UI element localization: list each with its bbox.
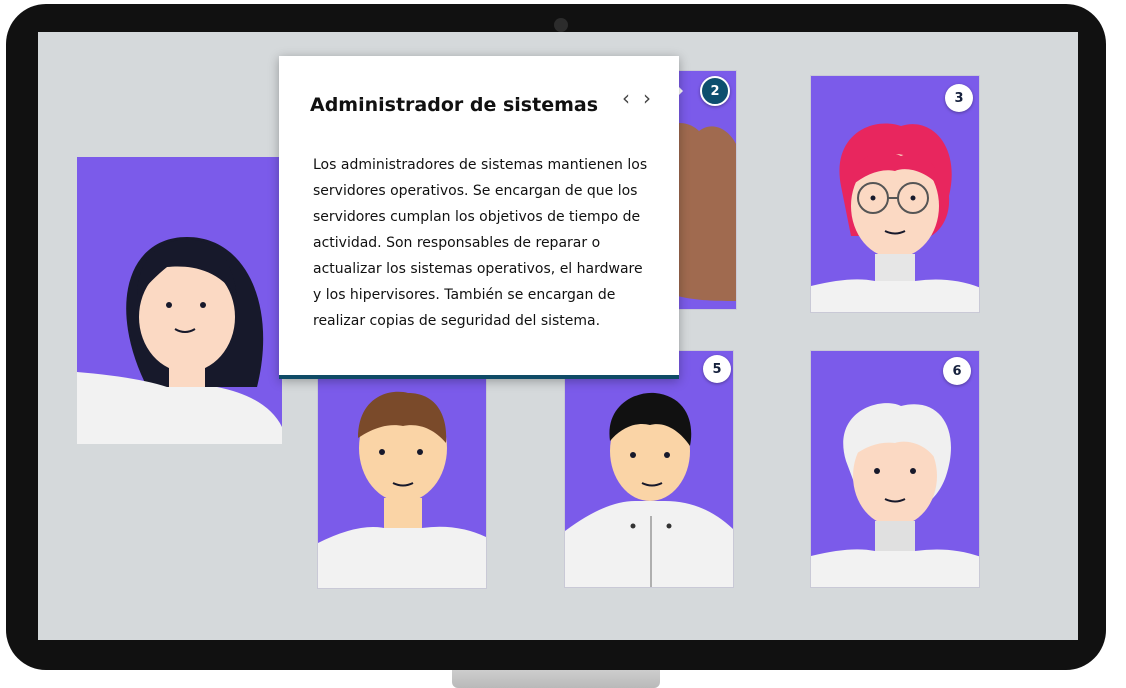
chevron-left-icon[interactable]: ‹ <box>618 86 634 110</box>
camera-icon <box>554 18 568 32</box>
card-number-badge-6[interactable]: 6 <box>943 357 971 385</box>
person-card-3[interactable]: 3 <box>810 75 980 313</box>
person-card-1[interactable] <box>77 157 282 444</box>
popup-title: Administrador de sistemas <box>310 94 599 116</box>
person-card-6[interactable]: 6 <box>810 350 980 588</box>
man-black-hair-illustration <box>565 392 733 587</box>
chevron-right-icon[interactable]: › <box>639 86 655 110</box>
card-number-badge-3[interactable]: 3 <box>945 84 973 112</box>
info-popup: Administrador de sistemas ‹ › Los admini… <box>279 56 679 379</box>
elderly-woman-white-hair-illustration <box>811 403 979 587</box>
person-card-5[interactable]: 5 <box>564 350 734 588</box>
card-number-badge-2[interactable]: 2 <box>700 76 730 106</box>
man-brown-hair-illustration <box>318 391 486 588</box>
woman-dark-hair-illustration <box>77 237 282 444</box>
card-number-badge-5[interactable]: 5 <box>703 355 731 383</box>
person-card-4[interactable] <box>317 347 487 589</box>
popup-description: Los administradores de sistemas mantiene… <box>313 157 648 329</box>
screen: 2 3 5 6 Administrador de sistemas ‹ › Lo… <box>38 32 1078 640</box>
